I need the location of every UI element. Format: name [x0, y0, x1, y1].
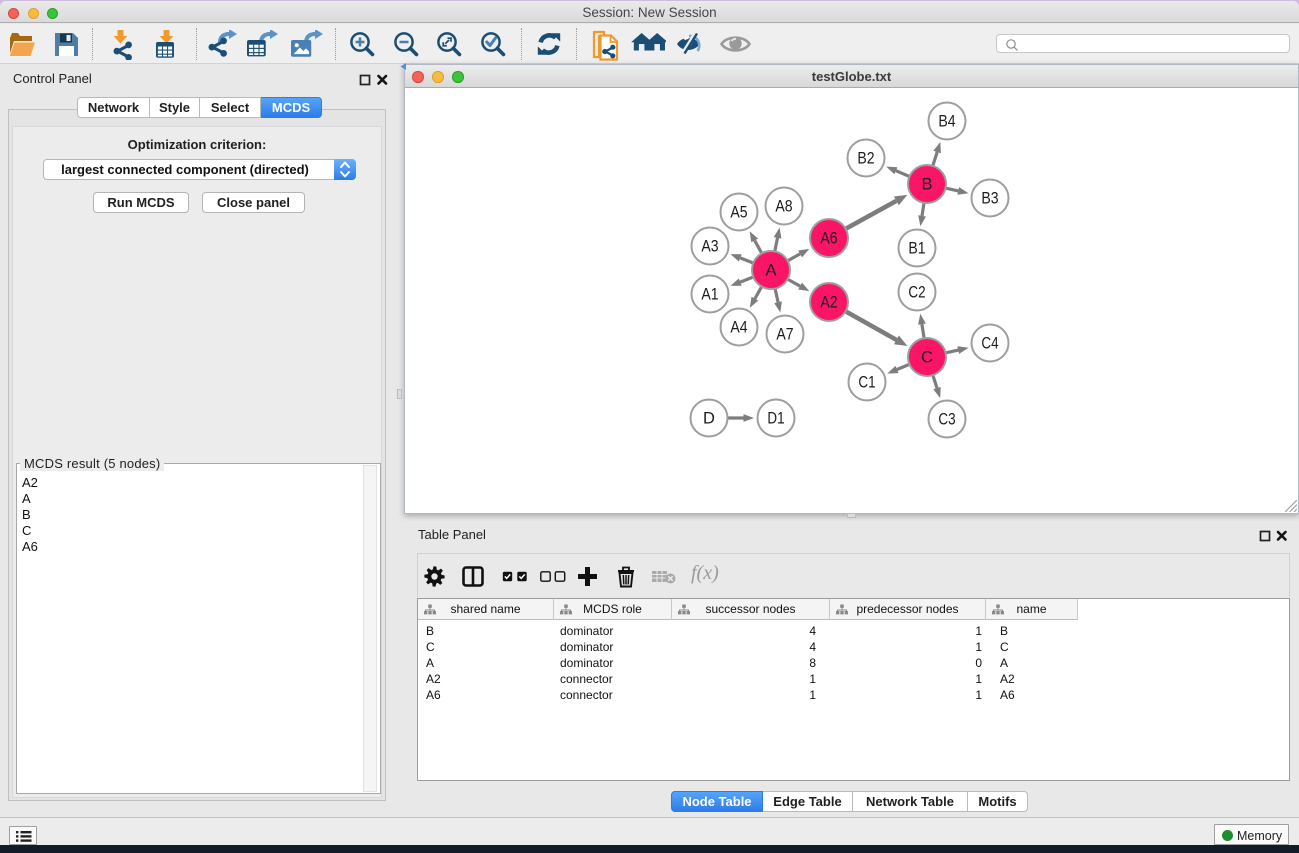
svg-text:A6: A6 [820, 230, 837, 248]
svg-text:A1: A1 [701, 286, 718, 304]
svg-text:C3: C3 [938, 411, 955, 429]
svg-text:A4: A4 [730, 319, 747, 337]
svg-text:C1: C1 [858, 374, 875, 392]
svg-text:A8: A8 [775, 198, 792, 216]
svg-text:A3: A3 [701, 238, 718, 256]
svg-text:C2: C2 [908, 284, 925, 302]
svg-text:C4: C4 [981, 335, 998, 353]
svg-text:B: B [921, 176, 932, 194]
svg-text:C: C [921, 349, 933, 367]
svg-text:A: A [765, 262, 776, 280]
svg-text:A5: A5 [730, 204, 747, 222]
svg-text:B4: B4 [938, 113, 955, 131]
svg-text:A7: A7 [776, 326, 793, 344]
svg-text:D: D [703, 410, 715, 428]
svg-text:B3: B3 [981, 190, 998, 208]
svg-text:B2: B2 [857, 150, 874, 168]
svg-text:D1: D1 [767, 410, 784, 428]
svg-text:A2: A2 [820, 294, 837, 312]
svg-text:B1: B1 [908, 240, 925, 258]
